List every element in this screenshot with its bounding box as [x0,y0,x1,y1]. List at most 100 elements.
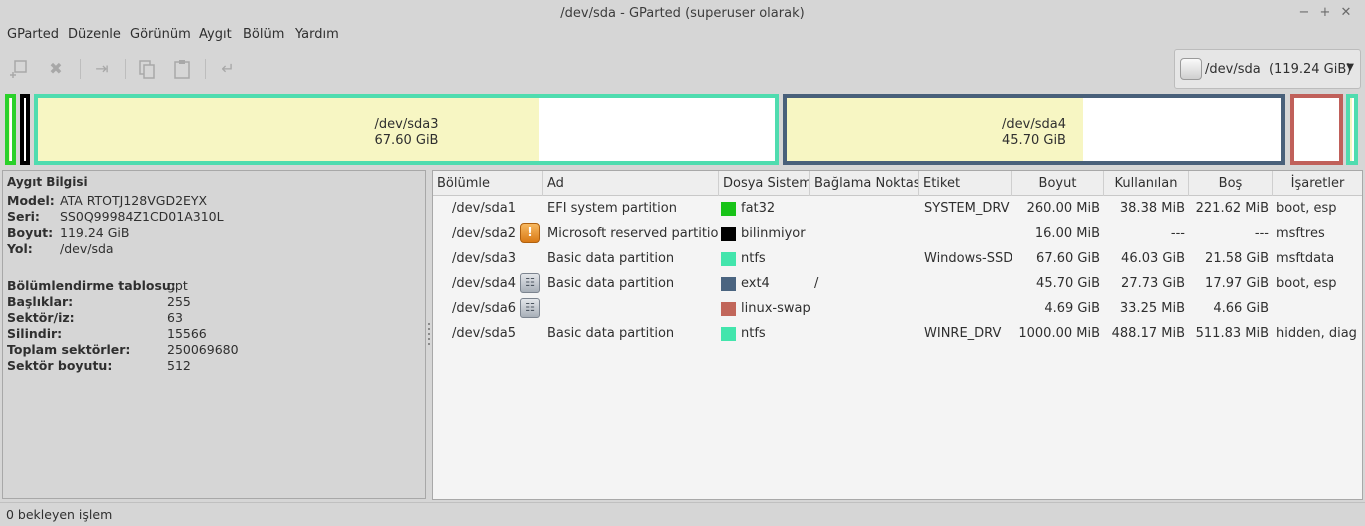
toolbar: ✖ ⇥ ↵ [0,50,1365,90]
harddisk-icon [1180,58,1202,80]
partition-path: /dev/sda1 [452,201,516,216]
partition-label: WINRE_DRV [924,326,1002,341]
filesystem-color-swatch [721,202,736,216]
graph-partition-name: /dev/sda3 [374,117,439,132]
filesystem-color-swatch [721,252,736,266]
mount-point [814,196,914,221]
toolbar-separator [205,59,206,79]
used-space-bar [1350,98,1352,161]
partition-size: 1000.00 MiB [1018,326,1100,341]
partition-free: 21.58 GiB [1205,251,1269,266]
partition-free: 511.83 MiB [1195,326,1269,341]
toolbar-separator [125,59,126,79]
partition-used: 46.03 GiB [1121,251,1185,266]
partition-used: 38.38 MiB [1119,201,1185,216]
mount-point: / [814,276,819,291]
graph-partition-sda4[interactable]: /dev/sda4 45.70 GiB [783,94,1285,165]
minimize-icon[interactable]: − [1296,5,1312,21]
partition-name: Basic data partition [547,276,675,291]
partition-flags: hidden, diag [1276,326,1357,341]
menu-help[interactable]: Yardım [295,28,339,48]
graph-partition-sda5[interactable] [1346,94,1358,165]
partition-free: 221.62 MiB [1195,201,1269,216]
table-row[interactable]: /dev/sda3 Basic data partition ntfs Windows… [433,246,1362,271]
resize-move-icon[interactable]: ⇥ [91,58,113,80]
column-header-used[interactable]: Kullanılan [1104,171,1189,196]
partition-size: 260.00 MiB [1026,201,1100,216]
partition-label [924,296,1012,321]
column-header-flags[interactable]: İşaretler [1273,171,1362,196]
pane-splitter-handle[interactable] [427,320,431,350]
column-header-size[interactable]: Boyut [1012,171,1104,196]
table-row[interactable]: /dev/sda5 Basic data partition ntfs WINRE_D… [433,321,1362,346]
partition-size: 4.69 GiB [1044,301,1100,316]
graph-partition-size: 45.70 GiB [1002,133,1066,148]
partition-name: Microsoft reserved partition [547,226,719,241]
column-header-label[interactable]: Etiket [919,171,1012,196]
partition-free: 4.66 GiB [1213,301,1269,316]
title-bar: /dev/sda - GParted (superuser olarak) − … [0,0,1365,28]
menu-edit[interactable]: Düzenle [68,28,121,48]
filesystem: fat32 [741,201,776,216]
column-header-partition[interactable]: Bölümle [433,171,543,196]
device-selector[interactable]: /dev/sda (119.24 GiB) ▼ [1174,49,1361,89]
new-partition-icon[interactable] [9,58,31,80]
menu-gparted[interactable]: GParted [7,28,59,48]
pending-operations-text: 0 bekleyen işlem [6,507,113,522]
device-info-panel: Aygıt Bilgisi Model: ATA RTOTJ128VGD2EYX … [2,170,426,499]
menu-device[interactable]: Aygıt [199,28,232,48]
graph-partition-sda3[interactable]: /dev/sda3 67.60 GiB [34,94,779,165]
table-header: Bölümle Ad Dosya Sistemi Bağlama Noktası… [433,171,1362,196]
device-info-title: Aygıt Bilgisi [7,175,88,189]
partition-used: 27.73 GiB [1121,276,1185,291]
partition-label [924,271,1012,296]
copy-icon[interactable] [136,58,158,80]
menu-bar: GParted Düzenle Görünüm Aygıt Bölüm Yard… [0,28,1365,48]
column-header-mountpoint[interactable]: Bağlama Noktası [810,171,919,196]
graph-partition-sda1[interactable] [5,94,16,165]
partition-name: EFI system partition [547,201,677,216]
graph-partition-size: 67.60 GiB [374,133,439,148]
partition-used: 33.25 MiB [1119,301,1185,316]
filesystem: linux-swap [741,301,811,316]
column-header-name[interactable]: Ad [543,171,719,196]
graph-partition-sda6[interactable] [1290,94,1343,165]
close-icon[interactable]: ✕ [1338,5,1354,21]
partition-free: 17.97 GiB [1205,276,1269,291]
filesystem-color-swatch [721,302,736,316]
partition-flags: msftdata [1276,251,1335,266]
apply-icon[interactable]: ↵ [217,58,239,80]
partition-name [547,296,719,321]
table-row[interactable]: /dev/sda4 ☷ Basic data partition ext4/45.70… [433,271,1362,296]
column-header-filesystem[interactable]: Dosya Sistemi [719,171,810,196]
partition-used: --- [1170,226,1185,241]
menu-partition[interactable]: Bölüm [243,28,284,48]
mount-point [814,321,914,346]
filesystem-color-swatch [721,327,736,341]
partition-label: SYSTEM_DRV [924,201,1010,216]
maximize-icon[interactable]: + [1317,5,1333,21]
paste-icon[interactable] [171,58,193,80]
window-title: /dev/sda - GParted (superuser olarak) [560,6,805,21]
table-row[interactable]: /dev/sda1 EFI system partition fat32 SYSTEM… [433,196,1362,221]
partition-table: Bölümle Ad Dosya Sistemi Bağlama Noktası… [432,170,1363,500]
partition-label [924,221,1012,246]
status-bar: 0 bekleyen işlem [0,502,1365,526]
graph-partition-name: /dev/sda4 [1002,117,1066,132]
lock-icon: ☷ [520,273,540,293]
delete-icon[interactable]: ✖ [45,58,67,80]
table-row[interactable]: /dev/sda6 ☷ linux-swap 4.69 GiB 33.25 MiB 4.6… [433,296,1362,321]
graph-partition-sda2[interactable] [20,94,30,165]
partition-flags: boot, esp [1276,276,1337,291]
partition-name: Basic data partition [547,326,675,341]
partition-flags: boot, esp [1276,201,1337,216]
menu-view[interactable]: Görünüm [130,28,191,48]
column-header-free[interactable]: Boş [1189,171,1273,196]
device-selector-label: /dev/sda (119.24 GiB) [1205,62,1352,77]
partition-size: 45.70 GiB [1036,276,1100,291]
filesystem: bilinmiyor [741,226,806,241]
table-row[interactable]: /dev/sda2! Microsoft reserved partition bi… [433,221,1362,246]
mount-point [814,221,914,246]
filesystem: ntfs [741,326,766,341]
mount-point [814,296,914,321]
